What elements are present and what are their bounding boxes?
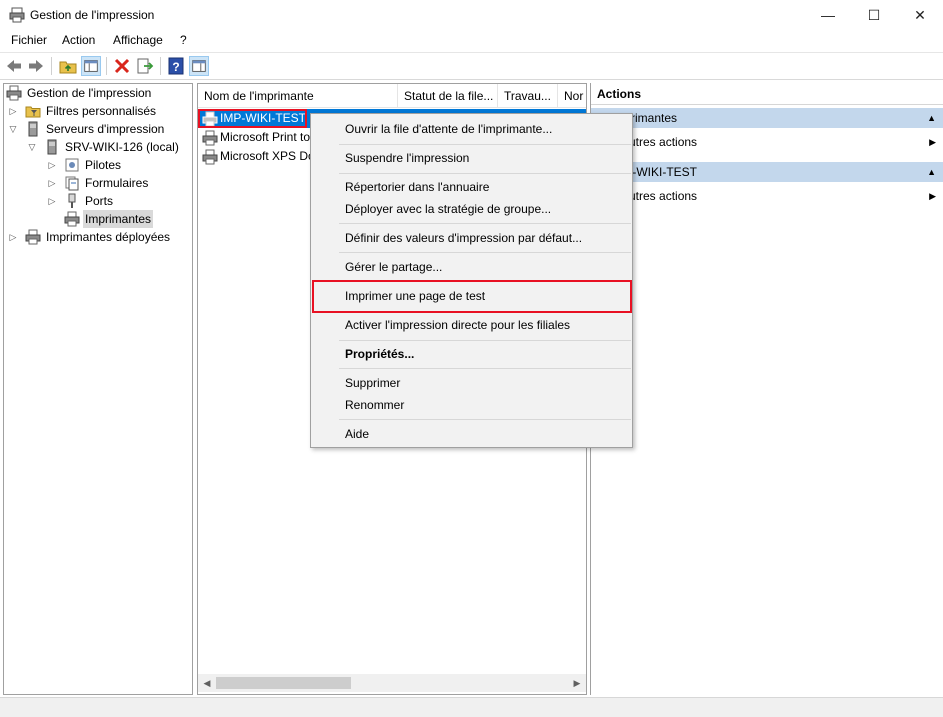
help-icon[interactable]: ? (166, 56, 186, 76)
port-plug-icon (68, 193, 76, 208)
menu-action[interactable]: Action (62, 33, 95, 47)
tree-item-ports[interactable]: ▷ Ports (4, 192, 190, 210)
column-header-status[interactable]: Statut de la file... (398, 84, 498, 108)
tree-item-server-local[interactable]: ▽ SRV-WIKI-126 (local) (4, 138, 190, 156)
driver-icon (65, 158, 79, 172)
chevron-down-icon[interactable]: ▽ (8, 120, 18, 138)
tree-label: Pilotes (85, 158, 122, 172)
menu-item-rename[interactable]: Renommer (345, 394, 404, 416)
toolbar-separator (106, 57, 107, 75)
printer-icon (202, 149, 218, 165)
menu-item-deploy-gpo[interactable]: Déployer avec la stratégie de groupe... (345, 198, 551, 220)
console-tree[interactable]: Gestion de l'impression ▷ Filtres person… (3, 83, 193, 695)
menu-help[interactable]: ? (180, 33, 187, 47)
svg-text:?: ? (172, 60, 179, 74)
horizontal-scrollbar[interactable]: ◀ ▶ (198, 674, 586, 692)
tree-label: Imprimantes déployées (46, 230, 171, 244)
actions-title: Actions (591, 83, 943, 105)
action-group-selected-printer[interactable]: IMP-WIKI-TEST ▲ (591, 162, 943, 182)
show-hide-action-pane-icon[interactable] (189, 56, 209, 76)
chevron-right-icon[interactable]: ▷ (8, 102, 18, 120)
collapse-up-icon[interactable]: ▲ (927, 162, 936, 182)
chevron-down-icon[interactable]: ▽ (27, 138, 37, 156)
printer-icon (202, 130, 218, 146)
menu-item-manage-sharing[interactable]: Gérer le partage... (345, 256, 442, 278)
highlight-box (198, 109, 307, 128)
tree-item-servers[interactable]: ▽ Serveurs d'impression (4, 120, 190, 138)
tree-label: Ports (85, 194, 114, 208)
tree-label: SRV-WIKI-126 (local) (65, 140, 179, 154)
tree-item-printers[interactable]: Imprimantes (4, 210, 190, 228)
tree-label: Filtres personnalisés (46, 104, 157, 118)
tree-label: Formulaires (85, 176, 149, 190)
highlight-box (312, 280, 632, 313)
toolbar-separator (160, 57, 161, 75)
tree-item-filters[interactable]: ▷ Filtres personnalisés (4, 102, 190, 120)
show-hide-tree-icon[interactable] (81, 56, 101, 76)
list-header: Nom de l'imprimante Statut de la file...… (198, 83, 586, 108)
close-button[interactable]: ✕ (897, 0, 943, 30)
menu-separator (339, 223, 631, 224)
collapse-up-icon[interactable]: ▲ (927, 108, 936, 128)
menu-item-branch-office-direct-printing[interactable]: Activer l'impression directe pour les fi… (345, 314, 570, 336)
tree-item-root[interactable]: Gestion de l'impression (4, 84, 190, 102)
menu-item-open-queue[interactable]: Ouvrir la file d'attente de l'imprimante… (345, 118, 552, 140)
print-management-app-icon (9, 7, 25, 23)
status-bar (0, 697, 943, 717)
context-menu: Ouvrir la file d'attente de l'imprimante… (310, 113, 633, 448)
action-group-printers[interactable]: Imprimantes ▲ (591, 108, 943, 128)
server-icon (28, 121, 38, 137)
minimize-button[interactable]: — (805, 0, 851, 30)
scroll-left-icon[interactable]: ◀ (198, 674, 216, 692)
menu-separator (339, 340, 631, 341)
chevron-right-icon: ▶ (929, 137, 936, 147)
chevron-right-icon[interactable]: ▷ (47, 192, 57, 210)
column-header-jobs[interactable]: Travau... (498, 84, 558, 108)
printer-icon (25, 229, 41, 245)
printer-icon (6, 85, 22, 101)
server-icon (47, 139, 57, 155)
sort-up-icon: ^ (296, 83, 300, 89)
chevron-right-icon[interactable]: ▷ (47, 156, 57, 174)
delete-icon[interactable] (112, 56, 132, 76)
maximize-button[interactable]: ☐ (851, 0, 897, 30)
menu-item-properties[interactable]: Propriétés... (345, 343, 414, 365)
menu-item-set-defaults[interactable]: Définir des valeurs d'impression par déf… (345, 227, 582, 249)
menu-item-delete[interactable]: Supprimer (345, 372, 400, 394)
tree-item-drivers[interactable]: ▷ Pilotes (4, 156, 190, 174)
menu-item-pause-printing[interactable]: Suspendre l'impression (345, 147, 469, 169)
tree-label: Imprimantes (83, 210, 154, 228)
chevron-right-icon[interactable]: ▷ (8, 228, 18, 246)
filter-folder-icon (25, 106, 41, 118)
scroll-right-icon[interactable]: ▶ (568, 674, 586, 692)
printer-icon (64, 211, 80, 227)
scrollbar-thumb[interactable] (216, 677, 351, 689)
tree-item-forms[interactable]: ▷ Formulaires (4, 174, 190, 192)
tree-label: Serveurs d'impression (46, 122, 165, 136)
menu-separator (339, 252, 631, 253)
back-arrow-icon[interactable] (4, 56, 24, 76)
toolbar-separator (51, 57, 52, 75)
menu-fichier[interactable]: Fichier (11, 33, 47, 47)
menu-separator (339, 144, 631, 145)
action-more-actions[interactable]: Autres actions ▶ (591, 186, 943, 206)
menu-affichage[interactable]: Affichage (113, 33, 163, 47)
menu-item-help[interactable]: Aide (345, 423, 369, 445)
chevron-right-icon: ▶ (929, 191, 936, 201)
tree-label: Gestion de l'impression (27, 86, 152, 100)
column-header-server[interactable]: Nor (558, 84, 586, 108)
menu-separator (339, 368, 631, 369)
forward-arrow-icon[interactable] (26, 56, 46, 76)
forms-icon (65, 176, 79, 191)
export-list-icon[interactable] (135, 56, 155, 76)
actions-pane: Actions Imprimantes ▲ Autres actions ▶ I… (590, 83, 943, 695)
up-folder-icon[interactable] (58, 56, 78, 76)
action-more-actions[interactable]: Autres actions ▶ (591, 132, 943, 152)
menu-separator (339, 173, 631, 174)
menu-item-list-in-directory[interactable]: Répertorier dans l'annuaire (345, 176, 489, 198)
menu-separator (339, 419, 631, 420)
window-title: Gestion de l'impression (30, 8, 155, 22)
tree-item-deployed-printers[interactable]: ▷ Imprimantes déployées (4, 228, 190, 246)
chevron-right-icon[interactable]: ▷ (47, 174, 57, 192)
